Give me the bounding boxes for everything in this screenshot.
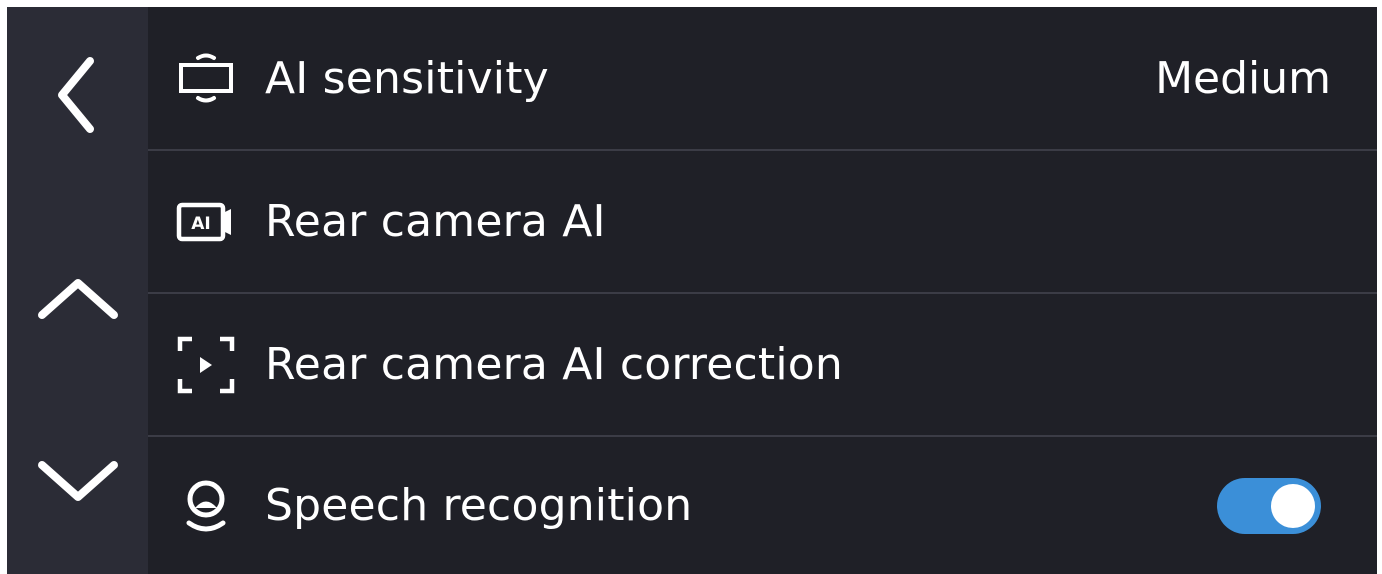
svg-text:AI: AI: [191, 214, 210, 234]
setting-label: AI sensitivity: [265, 52, 549, 104]
sidebar: [7, 7, 148, 574]
speech-recognition-toggle[interactable]: [1217, 477, 1321, 534]
setting-row-rear-camera-ai[interactable]: AI Rear camera AI: [148, 151, 1377, 292]
settings-screen: AI sensitivity Medium AI Rear camera AI: [7, 7, 1377, 574]
back-button[interactable]: [7, 47, 148, 143]
setting-label: Rear camera AI correction: [265, 339, 843, 390]
camera-correction-icon: [175, 334, 237, 396]
setting-row-rear-camera-ai-correction[interactable]: Rear camera AI correction: [148, 294, 1377, 435]
setting-label: Rear camera AI: [265, 196, 606, 247]
chevron-down-icon: [37, 461, 118, 501]
chevron-up-icon: [37, 279, 118, 319]
scroll-down-button[interactable]: [7, 435, 148, 525]
settings-list: AI sensitivity Medium AI Rear camera AI: [148, 7, 1377, 574]
setting-value: Medium: [1155, 52, 1331, 104]
ai-camera-icon: AI: [175, 191, 237, 253]
speech-recognition-icon: [175, 475, 237, 537]
setting-row-speech-recognition[interactable]: Speech recognition: [148, 437, 1377, 574]
setting-label: Speech recognition: [265, 480, 693, 531]
setting-row-ai-sensitivity[interactable]: AI sensitivity Medium: [148, 7, 1377, 149]
chevron-left-icon: [57, 57, 94, 133]
toggle-knob: [1271, 483, 1315, 528]
ai-sensitivity-icon: [175, 47, 237, 109]
scroll-up-button[interactable]: [7, 257, 148, 343]
